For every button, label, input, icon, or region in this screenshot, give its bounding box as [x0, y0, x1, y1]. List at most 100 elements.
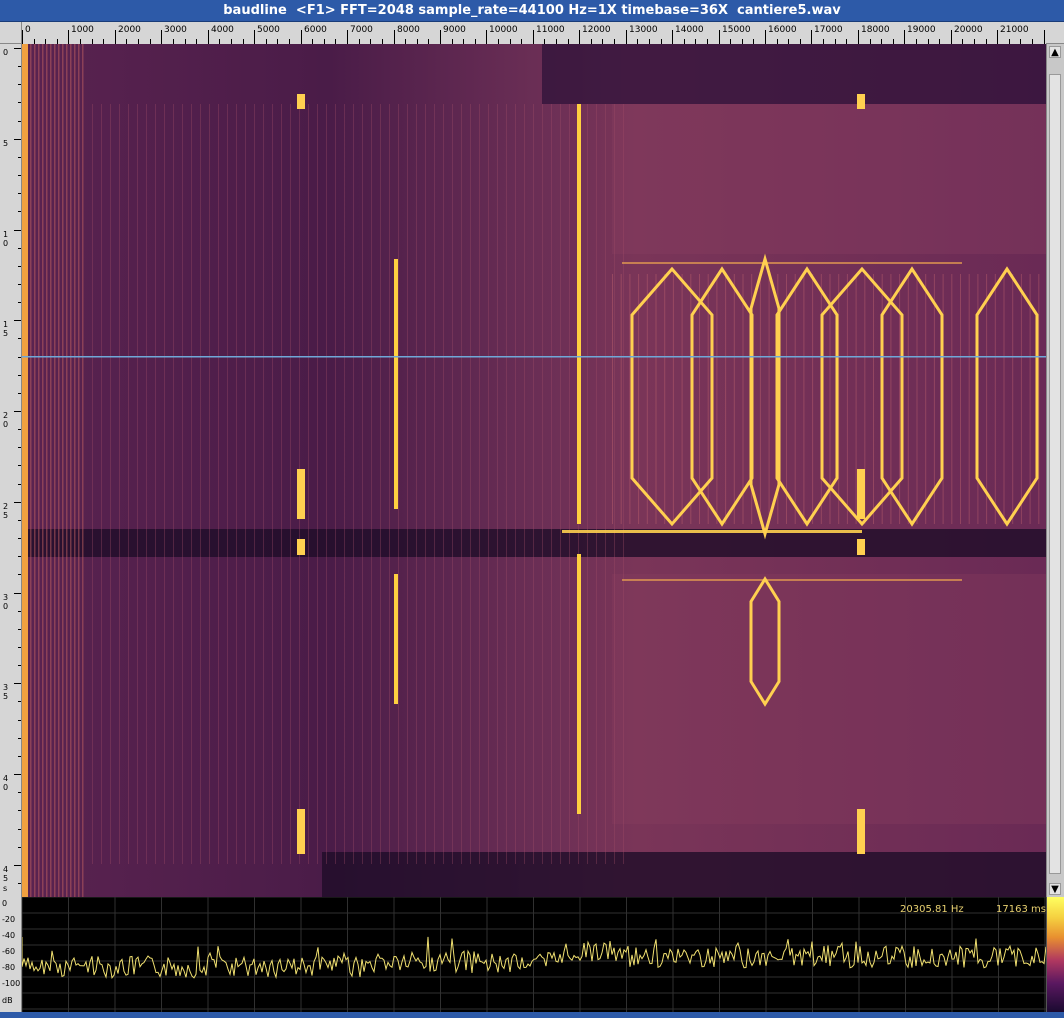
harmonic-line [725, 274, 727, 524]
scroll-down-arrow-icon[interactable]: ▼ [1049, 883, 1061, 895]
harmonic-line [119, 104, 120, 864]
harmonic-line [335, 104, 336, 864]
tone-burst [857, 94, 865, 109]
time-tick [14, 593, 21, 594]
harmonic-line [569, 104, 570, 864]
time-tick [14, 48, 21, 49]
harmonic-line [794, 274, 796, 524]
harmonic-line [986, 274, 988, 524]
harmonic-line [407, 104, 408, 864]
frequency-tick [68, 30, 69, 44]
harmonic-line [443, 104, 444, 864]
harmonic-line [344, 104, 345, 864]
tone-burst [857, 809, 865, 854]
frequency-tick [22, 30, 23, 44]
harmonic-line [497, 104, 498, 864]
harmonic-line [925, 274, 927, 524]
harmonic-line [50, 44, 52, 897]
frequency-tick-label: 4000 [211, 25, 234, 35]
frequency-tick-label: 1000 [71, 25, 94, 35]
frequency-tick-label: 19000 [907, 25, 936, 35]
harmonic-line [209, 104, 210, 864]
harmonic-line [34, 44, 36, 897]
harmonic-line [605, 104, 606, 864]
tone-line [577, 104, 581, 524]
spectrum-trace-plot: 20305.81 Hz 17163 ms [21, 896, 1047, 1012]
harmonic-line [46, 44, 48, 897]
frequency-tick-label: 11000 [536, 25, 565, 35]
harmonic-line [38, 44, 40, 897]
frequency-tick [765, 30, 766, 44]
time-tick-label: 5 [3, 139, 9, 148]
harmonic-line [290, 104, 291, 864]
db-tick-label: -80 [2, 963, 16, 972]
harmonic-line [66, 44, 68, 897]
frequency-ruler[interactable]: 0 1000 2000 3000 4000 5000 6000 7000 8000 9000 100… [22, 22, 1046, 45]
harmonic-line [1003, 274, 1005, 524]
harmonic-line [542, 104, 543, 864]
harmonic-line [646, 274, 648, 524]
harmonic-line [994, 274, 996, 524]
harmonic-line [759, 274, 761, 524]
scroll-up-arrow-icon[interactable]: ▲ [1049, 46, 1061, 58]
spectrogram-display[interactable] [22, 44, 1046, 897]
time-tick-label: 2 0 [3, 411, 9, 429]
time-tick [14, 683, 21, 684]
frequency-tick-label: 17000 [814, 25, 843, 35]
harmonic-line [362, 104, 363, 864]
harmonic-line [236, 104, 237, 864]
harmonic-line [78, 44, 80, 897]
frequency-tick-label: 0 [25, 25, 31, 35]
frequency-tick [672, 30, 673, 44]
frequency-tick [394, 30, 395, 44]
harmonic-line [281, 104, 282, 864]
frequency-tick [811, 30, 812, 44]
harmonic-line [664, 274, 666, 524]
frequency-tick [115, 30, 116, 44]
time-ruler[interactable]: 0 5 1 0 1 5 2 0 2 5 3 0 3 5 4 0 4 5s [0, 44, 22, 897]
tone-line [394, 259, 398, 509]
harmonic-line [164, 104, 165, 864]
harmonic-line [218, 104, 219, 864]
frequency-tick [997, 30, 998, 44]
harmonic-line [768, 274, 770, 524]
db-tick-label: -100 [2, 979, 21, 988]
spectrum-display[interactable]: 20305.81 Hz 17163 ms [21, 896, 1047, 1012]
harmonic-line [317, 104, 318, 864]
time-tick-label: 1 5 [3, 320, 9, 338]
frequency-tick-label: 21000 [1000, 25, 1029, 35]
time-tick-label: 3 0 [3, 593, 9, 611]
time-tick-label: 4 0 [3, 774, 9, 792]
harmonic-line [58, 44, 60, 897]
tone-burst [297, 469, 305, 519]
harmonic-line [916, 274, 918, 524]
tone-line [577, 554, 581, 814]
harmonic-line [263, 104, 264, 864]
color-scale-bar[interactable] [1046, 897, 1064, 1012]
frequency-tick [254, 30, 255, 44]
harmonic-line [389, 104, 390, 864]
frequency-tick-label: 13000 [629, 25, 658, 35]
time-tick [14, 411, 21, 412]
harmonic-line [191, 104, 192, 864]
harmonic-line [681, 274, 683, 524]
harmonic-line [398, 104, 399, 864]
time-unit-label: s [3, 884, 8, 893]
time-tick-label: 0 [3, 48, 9, 57]
quiet-band [322, 852, 1046, 897]
frequency-tick [440, 30, 441, 44]
spectrogram-image [22, 44, 1046, 897]
db-tick-label: -40 [2, 931, 16, 940]
scrollbar-thumb[interactable] [1049, 74, 1061, 874]
harmonic-line [855, 274, 857, 524]
low-frequency-band [22, 44, 28, 897]
harmonic-line [30, 44, 32, 897]
harmonic-line [533, 104, 534, 864]
window-title-bar[interactable]: baudline <F1> FFT=2048 sample_rate=44100… [0, 0, 1064, 22]
frequency-tick-label: 6000 [304, 25, 327, 35]
harmonic-line [655, 274, 657, 524]
tone-burst [297, 94, 305, 109]
harmonic-line [371, 104, 372, 864]
harmonic-line [101, 104, 102, 864]
vertical-scrollbar[interactable]: ▲ ▼ [1046, 44, 1064, 897]
